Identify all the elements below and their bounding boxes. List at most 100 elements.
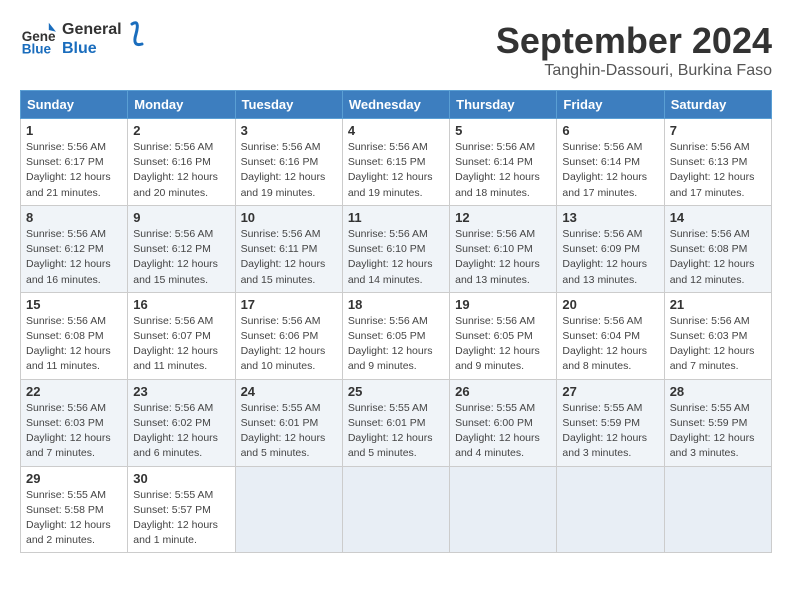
- day-number: 16: [133, 297, 229, 312]
- day-info: Sunrise: 5:56 AM Sunset: 6:05 PM Dayligh…: [455, 314, 551, 375]
- day-info: Sunrise: 5:55 AM Sunset: 5:59 PM Dayligh…: [670, 401, 766, 462]
- table-row: [342, 466, 449, 553]
- day-number: 26: [455, 384, 551, 399]
- table-row: 8Sunrise: 5:56 AM Sunset: 6:12 PM Daylig…: [21, 205, 128, 292]
- day-number: 6: [562, 123, 658, 138]
- table-row: 28Sunrise: 5:55 AM Sunset: 5:59 PM Dayli…: [664, 379, 771, 466]
- day-info: Sunrise: 5:56 AM Sunset: 6:12 PM Dayligh…: [133, 227, 229, 288]
- day-info: Sunrise: 5:56 AM Sunset: 6:14 PM Dayligh…: [455, 140, 551, 201]
- title-block: September 2024 Tanghin-Dassouri, Burkina…: [496, 20, 772, 80]
- day-number: 22: [26, 384, 122, 399]
- day-number: 4: [348, 123, 444, 138]
- table-row: 4 Sunrise: 5:56 AM Sunset: 6:15 PM Daylig…: [342, 119, 449, 206]
- table-row: 3Sunrise: 5:56 AM Sunset: 6:16 PM Daylig…: [235, 119, 342, 206]
- table-row: [557, 466, 664, 553]
- table-row: 14 Sunrise: 5:56 AM Sunset: 6:08 PM Dayli…: [664, 205, 771, 292]
- table-row: 5 Sunrise: 5:56 AM Sunset: 6:14 PM Daylig…: [450, 119, 557, 206]
- logo-text-blue: Blue: [62, 39, 122, 58]
- logo-text-general: General: [62, 20, 122, 39]
- month-title: September 2024: [496, 20, 772, 62]
- col-monday: Monday: [128, 91, 235, 119]
- day-number: 10: [241, 210, 337, 225]
- calendar-table: Sunday Monday Tuesday Wednesday Thursday…: [20, 90, 772, 553]
- table-row: 6 Sunrise: 5:56 AM Sunset: 6:14 PM Daylig…: [557, 119, 664, 206]
- calendar-week-row: 22 Sunrise: 5:56 AM Sunset: 6:03 PM Dayli…: [21, 379, 772, 466]
- day-number: 23: [133, 384, 229, 399]
- day-info: Sunrise: 5:56 AM Sunset: 6:10 PM Dayligh…: [455, 227, 551, 288]
- calendar-week-row: 15Sunrise: 5:56 AM Sunset: 6:08 PM Dayli…: [21, 292, 772, 379]
- day-info: Sunrise: 5:55 AM Sunset: 6:01 PM Dayligh…: [348, 401, 444, 462]
- day-info: Sunrise: 5:56 AM Sunset: 6:05 PM Dayligh…: [348, 314, 444, 375]
- day-info: Sunrise: 5:56 AM Sunset: 6:14 PM Dayligh…: [562, 140, 658, 201]
- day-number: 5: [455, 123, 551, 138]
- day-info: Sunrise: 5:56 AM Sunset: 6:15 PM Dayligh…: [348, 140, 444, 201]
- day-number: 21: [670, 297, 766, 312]
- day-number: 14: [670, 210, 766, 225]
- calendar-week-row: 29Sunrise: 5:55 AM Sunset: 5:58 PM Dayli…: [21, 466, 772, 553]
- svg-text:Blue: Blue: [22, 42, 52, 57]
- day-info: Sunrise: 5:55 AM Sunset: 6:00 PM Dayligh…: [455, 401, 551, 462]
- col-friday: Friday: [557, 91, 664, 119]
- day-number: 2: [133, 123, 229, 138]
- calendar-week-row: 8Sunrise: 5:56 AM Sunset: 6:12 PM Daylig…: [21, 205, 772, 292]
- day-number: 15: [26, 297, 122, 312]
- table-row: 16 Sunrise: 5:56 AM Sunset: 6:07 PM Dayli…: [128, 292, 235, 379]
- day-info: Sunrise: 5:56 AM Sunset: 6:03 PM Dayligh…: [670, 314, 766, 375]
- table-row: 26 Sunrise: 5:55 AM Sunset: 6:00 PM Dayli…: [450, 379, 557, 466]
- table-row: 19 Sunrise: 5:56 AM Sunset: 6:05 PM Dayli…: [450, 292, 557, 379]
- table-row: 15Sunrise: 5:56 AM Sunset: 6:08 PM Dayli…: [21, 292, 128, 379]
- table-row: 7 Sunrise: 5:56 AM Sunset: 6:13 PM Daylig…: [664, 119, 771, 206]
- day-info: Sunrise: 5:55 AM Sunset: 5:59 PM Dayligh…: [562, 401, 658, 462]
- table-row: 29Sunrise: 5:55 AM Sunset: 5:58 PM Dayli…: [21, 466, 128, 553]
- table-row: 30 Sunrise: 5:55 AM Sunset: 5:57 PM Dayli…: [128, 466, 235, 553]
- day-number: 3: [241, 123, 337, 138]
- table-row: [664, 466, 771, 553]
- day-info: Sunrise: 5:56 AM Sunset: 6:06 PM Dayligh…: [241, 314, 337, 375]
- day-info: Sunrise: 5:56 AM Sunset: 6:04 PM Dayligh…: [562, 314, 658, 375]
- day-info: Sunrise: 5:56 AM Sunset: 6:12 PM Dayligh…: [26, 227, 122, 288]
- col-tuesday: Tuesday: [235, 91, 342, 119]
- day-number: 9: [133, 210, 229, 225]
- day-number: 18: [348, 297, 444, 312]
- table-row: 24 Sunrise: 5:55 AM Sunset: 6:01 PM Dayli…: [235, 379, 342, 466]
- day-number: 11: [348, 210, 444, 225]
- day-info: Sunrise: 5:56 AM Sunset: 6:09 PM Dayligh…: [562, 227, 658, 288]
- table-row: 23Sunrise: 5:56 AM Sunset: 6:02 PM Dayli…: [128, 379, 235, 466]
- day-info: Sunrise: 5:56 AM Sunset: 6:03 PM Dayligh…: [26, 401, 122, 462]
- day-number: 12: [455, 210, 551, 225]
- day-number: 17: [241, 297, 337, 312]
- day-number: 19: [455, 297, 551, 312]
- table-row: 20Sunrise: 5:56 AM Sunset: 6:04 PM Dayli…: [557, 292, 664, 379]
- col-sunday: Sunday: [21, 91, 128, 119]
- day-info: Sunrise: 5:55 AM Sunset: 5:57 PM Dayligh…: [133, 488, 229, 549]
- table-row: 22 Sunrise: 5:56 AM Sunset: 6:03 PM Dayli…: [21, 379, 128, 466]
- day-number: 24: [241, 384, 337, 399]
- day-info: Sunrise: 5:55 AM Sunset: 5:58 PM Dayligh…: [26, 488, 122, 549]
- table-row: [450, 466, 557, 553]
- day-info: Sunrise: 5:56 AM Sunset: 6:16 PM Dayligh…: [133, 140, 229, 201]
- day-info: Sunrise: 5:56 AM Sunset: 6:13 PM Dayligh…: [670, 140, 766, 201]
- day-number: 7: [670, 123, 766, 138]
- location: Tanghin-Dassouri, Burkina Faso: [496, 62, 772, 80]
- table-row: 11Sunrise: 5:56 AM Sunset: 6:10 PM Dayli…: [342, 205, 449, 292]
- day-number: 1: [26, 123, 122, 138]
- table-row: 9 Sunrise: 5:56 AM Sunset: 6:12 PM Daylig…: [128, 205, 235, 292]
- table-row: 1Sunrise: 5:56 AM Sunset: 6:17 PM Daylig…: [21, 119, 128, 206]
- table-row: 2 Sunrise: 5:56 AM Sunset: 6:16 PM Daylig…: [128, 119, 235, 206]
- table-row: [235, 466, 342, 553]
- day-number: 25: [348, 384, 444, 399]
- table-row: 27 Sunrise: 5:55 AM Sunset: 5:59 PM Dayli…: [557, 379, 664, 466]
- day-info: Sunrise: 5:55 AM Sunset: 6:01 PM Dayligh…: [241, 401, 337, 462]
- day-info: Sunrise: 5:56 AM Sunset: 6:07 PM Dayligh…: [133, 314, 229, 375]
- day-number: 13: [562, 210, 658, 225]
- col-wednesday: Wednesday: [342, 91, 449, 119]
- day-number: 27: [562, 384, 658, 399]
- col-thursday: Thursday: [450, 91, 557, 119]
- logo: General Blue General Blue: [20, 20, 148, 58]
- day-info: Sunrise: 5:56 AM Sunset: 6:08 PM Dayligh…: [670, 227, 766, 288]
- day-info: Sunrise: 5:56 AM Sunset: 6:11 PM Dayligh…: [241, 227, 337, 288]
- day-number: 30: [133, 471, 229, 486]
- table-row: 12 Sunrise: 5:56 AM Sunset: 6:10 PM Dayli…: [450, 205, 557, 292]
- logo-icon: General Blue: [20, 21, 56, 57]
- page-header: General Blue General Blue September 2024…: [20, 20, 772, 80]
